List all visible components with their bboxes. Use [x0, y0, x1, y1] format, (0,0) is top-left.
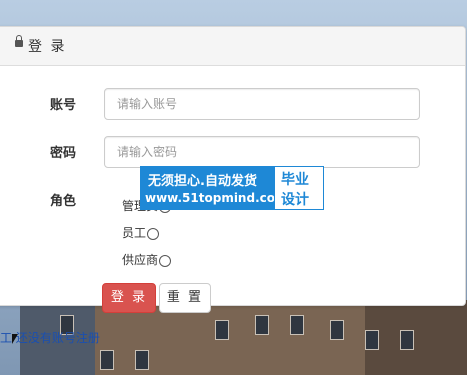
reset-button[interactable]: 重 置: [159, 283, 211, 313]
login-button[interactable]: 登 录: [102, 283, 156, 313]
watermark-tag-bottom: 设计: [281, 192, 309, 208]
role-option-supplier[interactable]: 供应商: [122, 251, 172, 268]
mouse-cursor-icon: [12, 334, 18, 344]
radio-icon[interactable]: [159, 254, 172, 267]
panel-header: 登 录: [0, 27, 465, 66]
watermark-url: www.51topmind.com: [145, 191, 288, 205]
watermark-tag-top: 毕业: [281, 172, 309, 188]
role-option-label: 供应商: [122, 253, 159, 267]
lock-icon: [15, 35, 23, 47]
radio-icon[interactable]: [147, 227, 160, 240]
role-label: 角色: [50, 194, 77, 209]
page-title: 登 录: [28, 39, 67, 55]
password-input[interactable]: 请输入密码: [104, 136, 420, 168]
role-option-staff[interactable]: 员工: [122, 224, 160, 241]
account-input[interactable]: 请输入账号: [104, 88, 420, 120]
watermark-badge: 无须担心.自动发货 www.51topmind.com 毕业 设计: [140, 166, 324, 210]
password-label: 密码: [50, 146, 77, 161]
account-label: 账号: [50, 98, 77, 113]
watermark-text: 无须担心.自动发货: [148, 174, 257, 189]
role-option-label: 员工: [122, 226, 147, 240]
